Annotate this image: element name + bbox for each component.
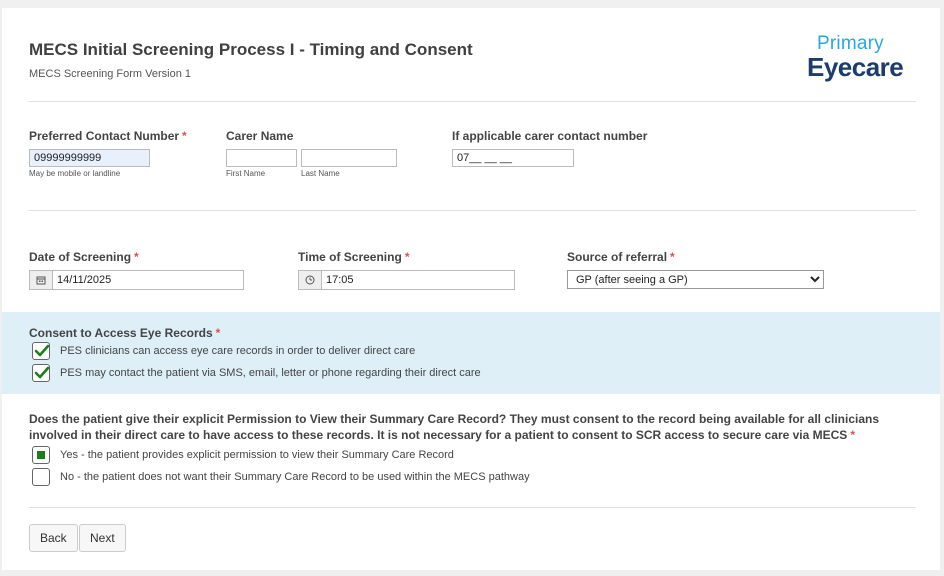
- checkmark-icon: [34, 366, 50, 379]
- calendar-icon[interactable]: [29, 270, 53, 290]
- carer-number-label: If applicable carer contact number: [452, 129, 648, 143]
- form-page: MECS Initial Screening Process I - Timin…: [2, 8, 940, 570]
- next-button[interactable]: Next: [79, 524, 126, 552]
- consent-panel: Consent to Access Eye Records * PES clini…: [2, 312, 940, 394]
- time-of-screening-input[interactable]: [321, 270, 515, 290]
- primary-eyecare-logo: Primary Eyecare: [807, 33, 919, 85]
- scr-yes-checkbox[interactable]: [32, 446, 50, 464]
- divider: [29, 101, 916, 102]
- scr-no-text: No - the patient does not want their Sum…: [60, 471, 530, 483]
- date-of-screening-input[interactable]: [52, 270, 244, 290]
- divider: [29, 210, 916, 211]
- date-of-screening-label: Date of Screening *: [29, 250, 139, 264]
- clock-icon[interactable]: [298, 270, 322, 290]
- page-subtitle: MECS Screening Form Version 1: [29, 68, 192, 80]
- scr-question: Does the patient give their explicit Per…: [29, 412, 880, 442]
- consent-eye-records-checkbox[interactable]: [32, 342, 50, 360]
- last-name-hint: Last Name: [301, 169, 340, 178]
- carer-first-name-input[interactable]: [226, 149, 297, 167]
- consent-label: Consent to Access Eye Records *: [29, 326, 221, 340]
- preferred-contact-input[interactable]: [29, 149, 150, 167]
- time-of-screening-label: Time of Screening *: [298, 250, 410, 264]
- consent-contact-text: PES may contact the patient via SMS, ema…: [60, 367, 481, 379]
- carer-name-label: Carer Name: [226, 129, 294, 143]
- page-title: MECS Initial Screening Process I - Timin…: [29, 40, 473, 59]
- selected-indicator: [37, 451, 45, 459]
- checkmark-icon: [34, 344, 50, 357]
- logo-eyecare-text: Eyecare: [807, 52, 904, 82]
- source-of-referral-select[interactable]: GP (after seeing a GP): [567, 270, 824, 289]
- scr-no-checkbox[interactable]: [32, 468, 50, 486]
- carer-number-input[interactable]: [452, 149, 574, 167]
- preferred-contact-hint: May be mobile or landline: [29, 169, 121, 178]
- back-button[interactable]: Back: [29, 524, 78, 552]
- consent-eye-records-text: PES clinicians can access eye care recor…: [60, 345, 416, 357]
- scr-yes-text: Yes - the patient provides explicit perm…: [60, 449, 454, 461]
- source-of-referral-label: Source of referral *: [567, 250, 675, 264]
- preferred-contact-label: Preferred Contact Number *: [29, 129, 187, 143]
- consent-contact-checkbox[interactable]: [32, 364, 50, 382]
- divider: [29, 507, 916, 508]
- carer-last-name-input[interactable]: [301, 149, 397, 167]
- first-name-hint: First Name: [226, 169, 266, 178]
